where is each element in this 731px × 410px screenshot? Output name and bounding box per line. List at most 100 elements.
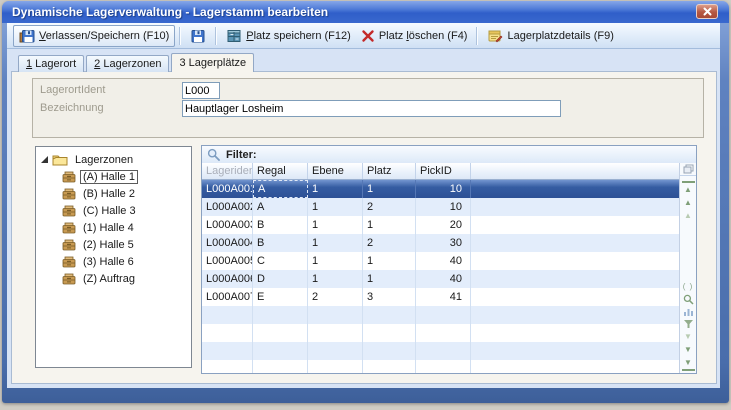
grid-empty-row [202, 360, 679, 373]
grid-cell[interactable]: 1 [308, 234, 363, 252]
lagerplaetze-grid: Filter: LageridentRegalEbenePlatzPickID … [201, 145, 697, 374]
tree-item-label: (3) Halle 6 [80, 255, 137, 269]
column-header[interactable]: PickID [416, 163, 471, 179]
grid-cell[interactable]: 1 [363, 180, 416, 198]
grid-cell[interactable]: B [253, 216, 308, 234]
next-row-icon[interactable] [682, 343, 695, 356]
save-button[interactable] [185, 26, 211, 46]
search-icon [207, 148, 220, 161]
column-header[interactable]: Lagerident [202, 163, 253, 179]
grid-cell[interactable]: 30 [416, 234, 471, 252]
grid-cell[interactable]: 1 [308, 270, 363, 288]
lagerzonen-tree: Lagerzonen (A) Halle 1 (B) Halle 2(C) Hal… [35, 146, 192, 368]
close-button[interactable] [696, 4, 718, 19]
grid-row[interactable]: L000A005C1140 [202, 252, 679, 270]
grid-row[interactable]: L000A007E2341 [202, 288, 679, 306]
grid-filter-row[interactable]: Filter: [202, 146, 696, 164]
grid-empty-row [202, 324, 679, 342]
bezeichnung-label: Bezeichnung [40, 102, 104, 114]
column-chooser-icon[interactable] [680, 163, 696, 176]
grid-cell [308, 360, 363, 373]
grid-cell[interactable]: 2 [363, 198, 416, 216]
grid-cell[interactable]: A [253, 198, 308, 216]
go-first-row-icon[interactable] [682, 181, 695, 196]
grid-row[interactable]: L000A003B1120 [202, 216, 679, 234]
grid-cell[interactable]: 20 [416, 216, 471, 234]
grid-cell[interactable]: B [253, 234, 308, 252]
grid-cell[interactable]: 1 [363, 216, 416, 234]
grid-cell[interactable]: C [253, 252, 308, 270]
grid-cell[interactable]: 1 [308, 216, 363, 234]
tree-item-zone[interactable]: (B) Halle 2 [36, 185, 191, 202]
grid-row[interactable]: L000A004B1230 [202, 234, 679, 252]
column-header[interactable]: Regal [253, 163, 308, 179]
save-exit-button[interactable]: Verlassen/Speichern (F10) [13, 25, 175, 47]
grid-cell[interactable]: L000A003 [202, 216, 253, 234]
grid-cell[interactable]: L000A007 [202, 288, 253, 306]
tree-item-zone[interactable]: (1) Halle 4 [36, 219, 191, 236]
grid-cell-filler [471, 198, 679, 216]
grid-cell[interactable]: L000A005 [202, 252, 253, 270]
select-row-icon[interactable]: ( ) [682, 280, 695, 293]
grid-cell[interactable]: 40 [416, 270, 471, 288]
tree-item-zone[interactable]: (2) Halle 5 [36, 236, 191, 253]
tree-item-zone[interactable]: (C) Halle 3 [36, 202, 191, 219]
grid-cell-filler [471, 360, 679, 373]
filter-funnel-icon[interactable] [682, 318, 695, 330]
column-header[interactable]: Ebene [308, 163, 363, 179]
grid-cell[interactable]: L000A006 [202, 270, 253, 288]
lagerortident-field[interactable] [182, 82, 220, 99]
grid-columns-area: LageridentRegalEbenePlatzPickID L000A001… [202, 163, 679, 373]
grid-row[interactable]: L000A001A1110 [202, 180, 679, 198]
expander-icon[interactable] [41, 156, 48, 163]
tree-item-zone[interactable]: (3) Halle 6 [36, 253, 191, 270]
bezeichnung-field[interactable] [182, 100, 561, 117]
grid-cell[interactable]: 1 [363, 252, 416, 270]
tree-item-zone[interactable]: (Z) Auftrag [36, 270, 191, 287]
grid-cell[interactable]: 1 [308, 252, 363, 270]
grid-row[interactable]: L000A002A1210 [202, 198, 679, 216]
grid-search-icon[interactable] [682, 293, 695, 306]
title-bar[interactable]: Dynamische Lagerverwaltung - Lagerstamm … [2, 1, 729, 23]
page-down-icon[interactable] [682, 330, 695, 343]
grid-cell[interactable]: 1 [363, 270, 416, 288]
tree-item-zone[interactable]: (A) Halle 1 [36, 168, 191, 185]
grid-cell[interactable]: L000A002 [202, 198, 253, 216]
tab-lagerplaetze[interactable]: 3 Lagerplätze [171, 53, 254, 72]
column-header[interactable]: Platz [363, 163, 416, 179]
save-place-button[interactable]: Platz speichern (F12) [221, 26, 356, 46]
grid-empty-row [202, 342, 679, 360]
go-last-row-icon[interactable] [682, 356, 695, 371]
grid-cell[interactable]: L000A001 [202, 180, 253, 198]
grid-cell[interactable]: D [253, 270, 308, 288]
grid-cell[interactable]: E [253, 288, 308, 306]
save-icon [190, 28, 206, 44]
delete-place-label: Platz löschen (F4) [379, 30, 468, 42]
storage-bin-icon [62, 205, 76, 217]
grid-cell[interactable]: 1 [308, 198, 363, 216]
summary-icon[interactable] [682, 306, 695, 318]
grid-main: LageridentRegalEbenePlatzPickID L000A001… [202, 163, 696, 373]
tab-lagerort[interactable]: 1 Lagerort [18, 55, 84, 72]
grid-cell[interactable]: 10 [416, 198, 471, 216]
grid-cell-filler [471, 180, 679, 198]
grid-cell[interactable]: 10 [416, 180, 471, 198]
grid-cell[interactable]: 41 [416, 288, 471, 306]
grid-cell[interactable]: 3 [363, 288, 416, 306]
tree-root[interactable]: Lagerzonen [36, 151, 191, 168]
previous-row-icon[interactable] [682, 196, 695, 209]
page-up-icon[interactable] [682, 209, 695, 222]
grid-cell[interactable]: 2 [363, 234, 416, 252]
tab-lagerzonen[interactable]: 2 Lagerzonen [86, 55, 169, 72]
grid-row[interactable]: L000A006D1140 [202, 270, 679, 288]
grid-cell[interactable]: A [253, 180, 308, 198]
place-details-label: Lagerplatzdetails (F9) [507, 30, 613, 42]
delete-place-button[interactable]: Platz löschen (F4) [356, 26, 473, 46]
save-exit-label: Verlassen/Speichern (F10) [39, 30, 169, 42]
grid-cell[interactable]: 40 [416, 252, 471, 270]
grid-cell[interactable]: L000A004 [202, 234, 253, 252]
place-details-button[interactable]: Lagerplatzdetails (F9) [482, 26, 618, 46]
grid-cell[interactable]: 1 [308, 180, 363, 198]
grid-cell[interactable]: 2 [308, 288, 363, 306]
tree-item-label: (B) Halle 2 [80, 187, 138, 201]
